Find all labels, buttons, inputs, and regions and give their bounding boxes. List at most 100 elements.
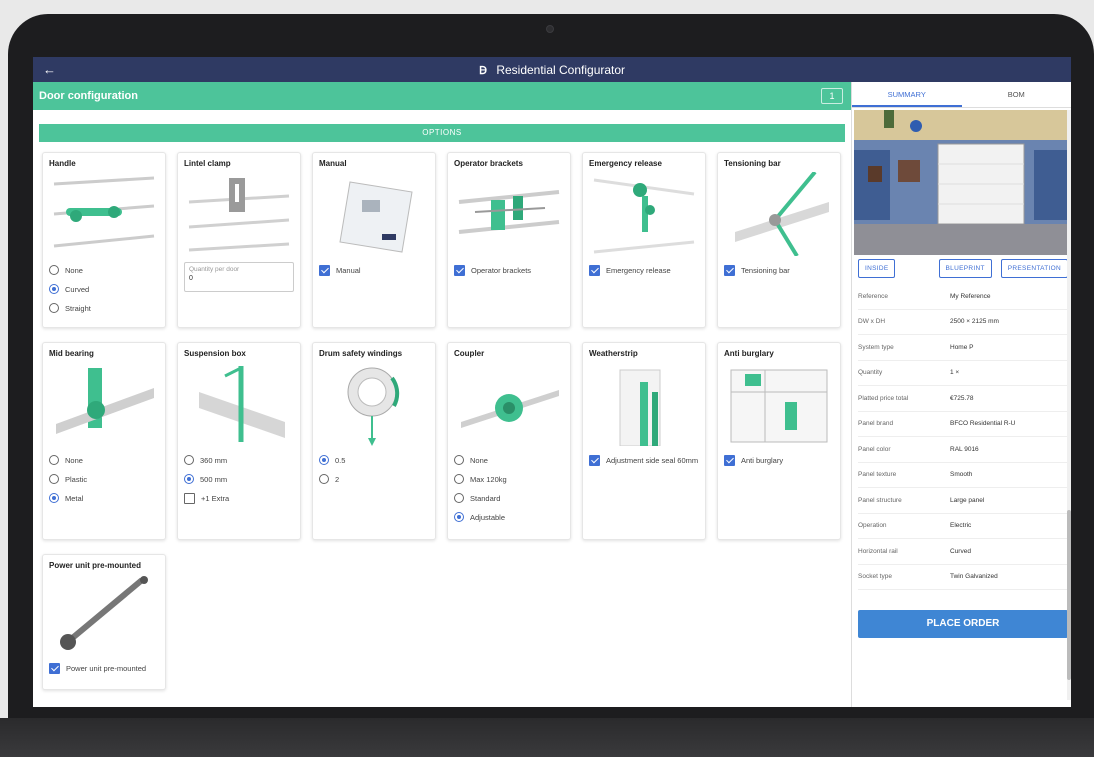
sidebar-scrollbar[interactable] [1067, 110, 1071, 700]
checkbox-checked[interactable] [724, 265, 735, 276]
card-title: Manual [319, 159, 347, 168]
card-manual: Manual Manual [312, 152, 436, 328]
mid-bearing-option-none[interactable]: None [49, 455, 159, 465]
checkbox-checked[interactable] [589, 265, 600, 276]
presentation-button[interactable]: PRESENTATION [1000, 259, 1068, 278]
coupler-option-standard[interactable]: Standard [454, 493, 564, 503]
card-suspension-box: Suspension box 360 mm 500 mm +1 Extra [177, 342, 301, 540]
tensioning-bar-checkbox[interactable]: Tensioning bar [724, 265, 834, 276]
checkbox-checked[interactable] [319, 265, 330, 276]
coupler-illustration [461, 390, 559, 428]
radio[interactable] [49, 265, 59, 275]
sidebar-tabs: SUMMARY BOM [852, 82, 1071, 108]
spec-row: Panel structure Large panel [858, 488, 1068, 514]
quantity-per-door-field[interactable]: Quantity per door 0 [184, 262, 294, 292]
handle-option-curved[interactable]: Curved [49, 284, 159, 294]
anti-burglary-illustration [730, 369, 828, 443]
radio[interactable] [49, 474, 59, 484]
card-operator-brackets: Operator brackets Operator brackets [447, 152, 571, 328]
radio[interactable] [49, 303, 59, 313]
place-order-button[interactable]: PLACE ORDER [858, 610, 1068, 638]
radio-selected[interactable] [49, 493, 59, 503]
weatherstrip-illustration [619, 369, 661, 446]
card-title: Suspension box [184, 349, 246, 358]
camera-icon [546, 25, 554, 33]
card-title: Drum safety windings [319, 349, 403, 358]
spec-row: DW x DH 2500 × 2125 mm [858, 310, 1068, 335]
spec-row: Panel brand BFCO Residential R-U [858, 412, 1068, 437]
suspension-box-illustration [199, 366, 285, 442]
card-title: Coupler [454, 349, 485, 358]
manual-checkbox[interactable]: Manual [319, 265, 429, 276]
checkbox-checked[interactable] [454, 265, 465, 276]
spec-row: Platted price total €725.78 [858, 386, 1068, 412]
spec-row: Quantity 1 × [858, 361, 1068, 386]
card-title: Power unit pre-mounted [49, 561, 141, 570]
app-screen: ← Ꟈ Residential Configurator Door config… [33, 57, 1071, 707]
radio-selected[interactable] [319, 455, 329, 465]
inside-button[interactable]: INSIDE [858, 259, 896, 278]
card-title: Emergency release [589, 159, 662, 168]
tab-summary[interactable]: SUMMARY [852, 82, 962, 107]
radio-selected[interactable] [49, 284, 59, 294]
emergency-release-checkbox[interactable]: Emergency release [589, 265, 699, 276]
suspension-extra-checkbox[interactable]: +1 Extra [184, 493, 294, 504]
app-title: Ꟈ Residential Configurator [33, 63, 1071, 78]
manual-illustration [339, 181, 413, 253]
coupler-option-max120[interactable]: Max 120kg [454, 474, 564, 484]
blueprint-button[interactable]: BLUEPRINT [938, 259, 992, 278]
config-header: Door configuration 1 [33, 82, 851, 110]
suspension-option-360[interactable]: 360 mm [184, 455, 294, 465]
weatherstrip-checkbox[interactable]: Adjustment side seal 60mm [589, 455, 699, 466]
drum-option-2[interactable]: 2 [319, 474, 429, 484]
drum-illustration [347, 367, 400, 446]
suspension-option-500[interactable]: 500 mm [184, 474, 294, 484]
radio[interactable] [454, 474, 464, 484]
radio-selected[interactable] [184, 474, 194, 484]
card-title: Handle [49, 159, 76, 168]
coupler-option-adjustable[interactable]: Adjustable [454, 512, 564, 522]
power-unit-illustration [60, 576, 148, 650]
card-title: Anti burglary [724, 349, 774, 358]
operator-brackets-checkbox[interactable]: Operator brackets [454, 265, 564, 276]
radio[interactable] [319, 474, 329, 484]
tensioning-bar-illustration [735, 172, 829, 256]
drum-option-0-5[interactable]: 0.5 [319, 455, 429, 465]
checkbox[interactable] [184, 493, 195, 504]
card-coupler: Coupler None Max 120kg Standard Adjustab… [447, 342, 571, 540]
card-title: Lintel clamp [184, 159, 231, 168]
coupler-option-none[interactable]: None [454, 455, 564, 465]
anti-burglary-checkbox[interactable]: Anti burglary [724, 455, 834, 466]
scrollbar-thumb[interactable] [1067, 510, 1071, 680]
tab-bom[interactable]: BOM [962, 82, 1072, 107]
app-logo: Ꟈ [478, 65, 487, 77]
checkbox-checked[interactable] [724, 455, 735, 466]
radio[interactable] [49, 455, 59, 465]
card-handle: Handle None Curved Straight [42, 152, 166, 328]
checkbox-checked[interactable] [589, 455, 600, 466]
mid-bearing-illustration [56, 368, 154, 434]
card-title: Tensioning bar [724, 159, 781, 168]
mid-bearing-option-plastic[interactable]: Plastic [49, 474, 159, 484]
emergency-release-illustration [593, 178, 695, 254]
radio[interactable] [184, 455, 194, 465]
app-title-text: Residential Configurator [496, 63, 626, 77]
mid-bearing-option-metal[interactable]: Metal [49, 493, 159, 503]
radio[interactable] [454, 455, 464, 465]
checkbox-checked[interactable] [49, 663, 60, 674]
card-mid-bearing: Mid bearing None Plastic Metal [42, 342, 166, 540]
handle-illustration [53, 176, 155, 248]
radio-selected[interactable] [454, 512, 464, 522]
spec-table: Reference My Reference DW x DH 2500 × 2125… [858, 284, 1068, 590]
config-count-badge[interactable]: 1 [821, 88, 843, 104]
spec-row: Panel texture Smooth [858, 463, 1068, 488]
card-title: Mid bearing [49, 349, 94, 358]
card-title: Weatherstrip [589, 349, 638, 358]
handle-option-straight[interactable]: Straight [49, 303, 159, 313]
handle-option-none[interactable]: None [49, 265, 159, 275]
radio[interactable] [454, 493, 464, 503]
power-unit-checkbox[interactable]: Power unit pre-mounted [49, 663, 159, 674]
view-buttons: INSIDE BLUEPRINT PRESENTATION [858, 259, 1068, 278]
card-emergency-release: Emergency release Emergency release [582, 152, 706, 328]
summary-sidebar: SUMMARY BOM INSIDE BLUEPRINT PRESENTATIO… [851, 82, 1071, 707]
